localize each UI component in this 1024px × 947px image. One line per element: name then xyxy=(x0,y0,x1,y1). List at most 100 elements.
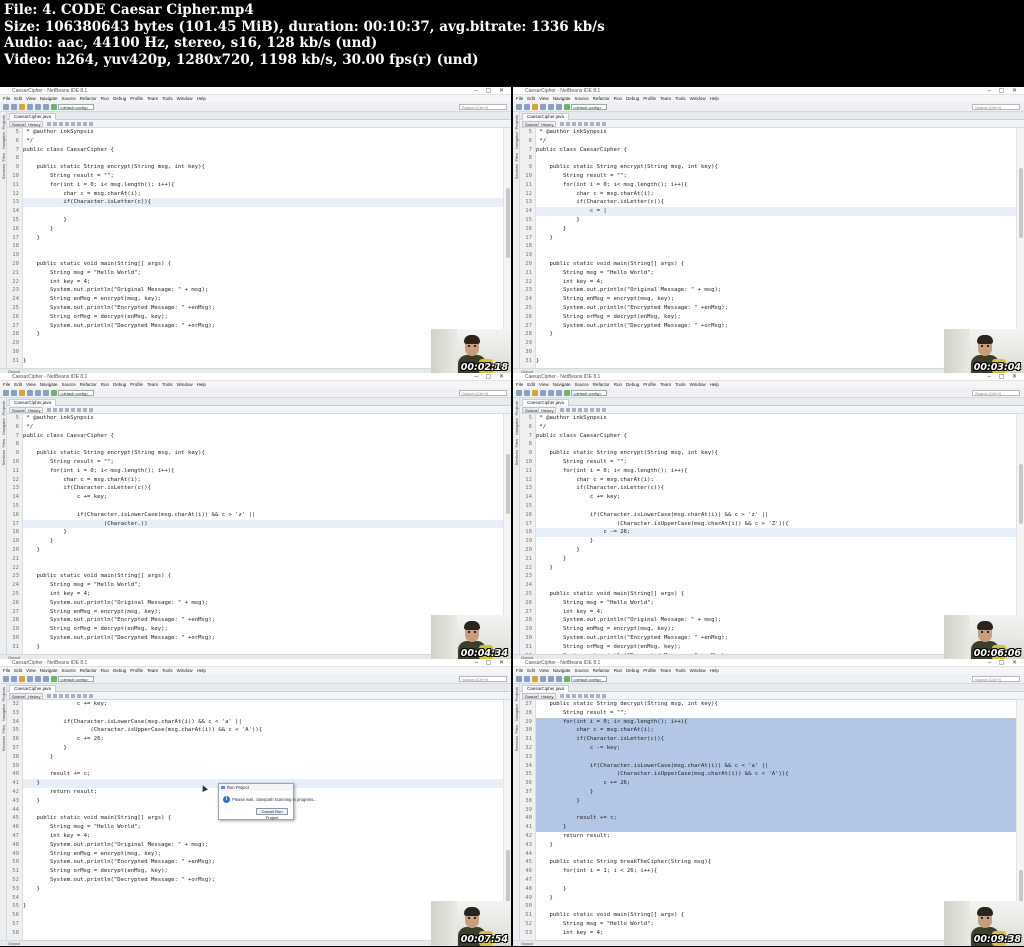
code-line[interactable]: (Character.isUpperCase(msg.charAt(i)) &&… xyxy=(23,726,503,735)
scrollbar-thumb[interactable] xyxy=(1019,168,1023,238)
menu-item[interactable]: Tools xyxy=(162,668,173,673)
config-select[interactable]: <default config> xyxy=(58,676,94,682)
code-line[interactable]: c += 26; xyxy=(536,779,1016,788)
cancel-run-button[interactable]: Cancel Run Project xyxy=(256,808,288,820)
window-controls[interactable]: – ▢ ✕ xyxy=(988,87,1020,95)
search-input[interactable]: Search (Ctrl+I) xyxy=(972,104,1020,110)
code-line[interactable]: for(int i = 0; i< msg.length(); i++){ xyxy=(536,181,1016,190)
code-line[interactable]: String enMsg = encrypt(msg, key); xyxy=(23,850,503,859)
menu-item[interactable]: Edit xyxy=(527,96,535,101)
menu-item[interactable]: View xyxy=(539,668,549,673)
menu-item[interactable]: Debug xyxy=(113,668,126,673)
menu-item[interactable]: Edit xyxy=(527,382,535,387)
code-line[interactable] xyxy=(536,876,1016,885)
search-input[interactable]: Search (Ctrl+I) xyxy=(459,676,507,682)
code-line[interactable]: char c = msg.charAt(i); xyxy=(536,190,1016,199)
code-line[interactable]: } xyxy=(536,537,1016,546)
code-line[interactable]: } xyxy=(536,216,1016,225)
code-line[interactable]: for(int i = 0; i< msg.length(); i++){ xyxy=(536,717,1016,727)
scrollbar-thumb[interactable] xyxy=(506,188,510,258)
menu-item[interactable]: File xyxy=(3,96,10,101)
code-line[interactable]: */ xyxy=(23,423,503,432)
code-line[interactable]: c -= key; xyxy=(536,743,1016,753)
editor-toolbar-icons[interactable] xyxy=(560,408,606,412)
menu-item[interactable]: Help xyxy=(710,668,719,673)
code-line[interactable]: System.out.println("Encrypted Message: "… xyxy=(23,858,503,867)
code-line[interactable]: result += c; xyxy=(23,770,503,779)
code-line[interactable] xyxy=(23,564,503,573)
code-line[interactable]: System.out.println("Decrypted Message: "… xyxy=(23,876,503,885)
sidebar-tab[interactable]: Projects xyxy=(514,115,519,129)
sidebar-tab[interactable]: Projects xyxy=(514,401,519,415)
search-input[interactable]: Search (Ctrl+I) xyxy=(459,390,507,396)
search-input[interactable]: Search (Ctrl+I) xyxy=(972,676,1020,682)
file-tab[interactable]: CaesarCipher.java xyxy=(9,399,57,406)
menu-item[interactable]: Navigate xyxy=(40,668,58,673)
menu-item[interactable]: Team xyxy=(147,668,158,673)
code-line[interactable]: c += key; xyxy=(23,700,503,709)
code-line[interactable]: } xyxy=(23,744,503,753)
menu-item[interactable]: Window xyxy=(177,668,193,673)
history-tab[interactable]: History xyxy=(25,693,44,699)
code-line[interactable]: c = | xyxy=(536,207,1016,216)
code-line[interactable]: int key = 4; xyxy=(23,590,503,599)
code-line[interactable]: int key = 4; xyxy=(23,278,503,287)
code-line[interactable] xyxy=(536,805,1016,815)
sidebar-tab[interactable]: Files xyxy=(1,725,6,733)
sidebar-tab[interactable]: Services xyxy=(514,736,519,751)
sidebar-tab[interactable]: Files xyxy=(514,153,519,161)
code-line[interactable]: (Character.)) xyxy=(23,519,503,529)
code-line[interactable]: String orMsg = decrypt(enMsg, key); xyxy=(23,867,503,876)
menu-item[interactable]: View xyxy=(26,668,36,673)
file-tab[interactable]: CaesarCipher.java xyxy=(522,685,570,692)
menu-item[interactable]: Refactor xyxy=(80,96,97,101)
code-line[interactable]: public static String encrypt(String msg,… xyxy=(23,163,503,172)
code-line[interactable]: System.out.println("Original Message: " … xyxy=(536,286,1016,295)
code-line[interactable]: public static String encrypt(String msg,… xyxy=(536,449,1016,458)
code-line[interactable]: String result = ""; xyxy=(536,172,1016,181)
sidebar-tab[interactable]: Projects xyxy=(514,687,519,701)
code-line[interactable] xyxy=(23,709,503,718)
code-line[interactable]: System.out.println("Encrypted Message: "… xyxy=(23,304,503,313)
sidebar-tab[interactable]: Navigator xyxy=(1,132,6,149)
code-line[interactable]: } xyxy=(23,528,503,537)
code-line[interactable]: } xyxy=(536,225,1016,234)
code-line[interactable]: */ xyxy=(536,423,1016,432)
code-line[interactable]: public class CaesarCipher { xyxy=(23,146,503,155)
code-line[interactable]: if(Character.isLetter(c)){ xyxy=(23,484,503,493)
menu-item[interactable]: Run xyxy=(614,382,622,387)
code-line[interactable]: } xyxy=(23,885,503,894)
toolbar-icons[interactable] xyxy=(3,676,57,682)
code-line[interactable]: } xyxy=(23,546,503,555)
code-line[interactable]: } xyxy=(23,216,503,225)
editor-toolbar-icons[interactable] xyxy=(560,694,606,698)
code-line[interactable]: String result = ""; xyxy=(536,709,1016,718)
code-line[interactable]: System.out.println("Encrypted Message: "… xyxy=(536,304,1016,313)
code-line[interactable]: System.out.println("Original Message: " … xyxy=(23,599,503,608)
scrollbar-thumb[interactable] xyxy=(506,454,510,514)
code-line[interactable]: for(int i = 0; i< msg.length(); i++){ xyxy=(536,467,1016,476)
menu-item[interactable]: Run xyxy=(101,382,109,387)
menu-item[interactable]: Window xyxy=(690,96,706,101)
sidebar-tab[interactable]: Projects xyxy=(1,687,6,701)
code-line[interactable]: String msg = "Hello World"; xyxy=(23,269,503,278)
sidebar-tab[interactable]: Services xyxy=(1,450,6,465)
sidebar-tab[interactable]: Files xyxy=(1,153,6,161)
menu-item[interactable]: File xyxy=(3,382,10,387)
scrollbar-thumb[interactable] xyxy=(1019,464,1023,524)
code-line[interactable]: public static String decrypt(String msg,… xyxy=(536,700,1016,709)
sidebar-tab[interactable]: Files xyxy=(514,725,519,733)
code-line[interactable]: String orMsg = decrypt(enMsg, key); xyxy=(536,313,1016,322)
sidebar-tab[interactable]: Projects xyxy=(1,401,6,415)
code-line[interactable]: System.out.println("Original Message: " … xyxy=(23,286,503,295)
code-line[interactable]: char c = msg.charAt(i); xyxy=(536,476,1016,485)
code-line[interactable]: } xyxy=(23,753,503,762)
file-tab[interactable]: CaesarCipher.java xyxy=(9,685,57,692)
menu-item[interactable]: Help xyxy=(710,96,719,101)
code-line[interactable] xyxy=(536,502,1016,511)
menu-item[interactable]: Window xyxy=(690,668,706,673)
menu-item[interactable]: Source xyxy=(61,382,75,387)
sidebar-tab[interactable]: Navigator xyxy=(514,418,519,435)
menu-item[interactable]: Edit xyxy=(14,96,22,101)
menu-item[interactable]: Team xyxy=(147,382,158,387)
